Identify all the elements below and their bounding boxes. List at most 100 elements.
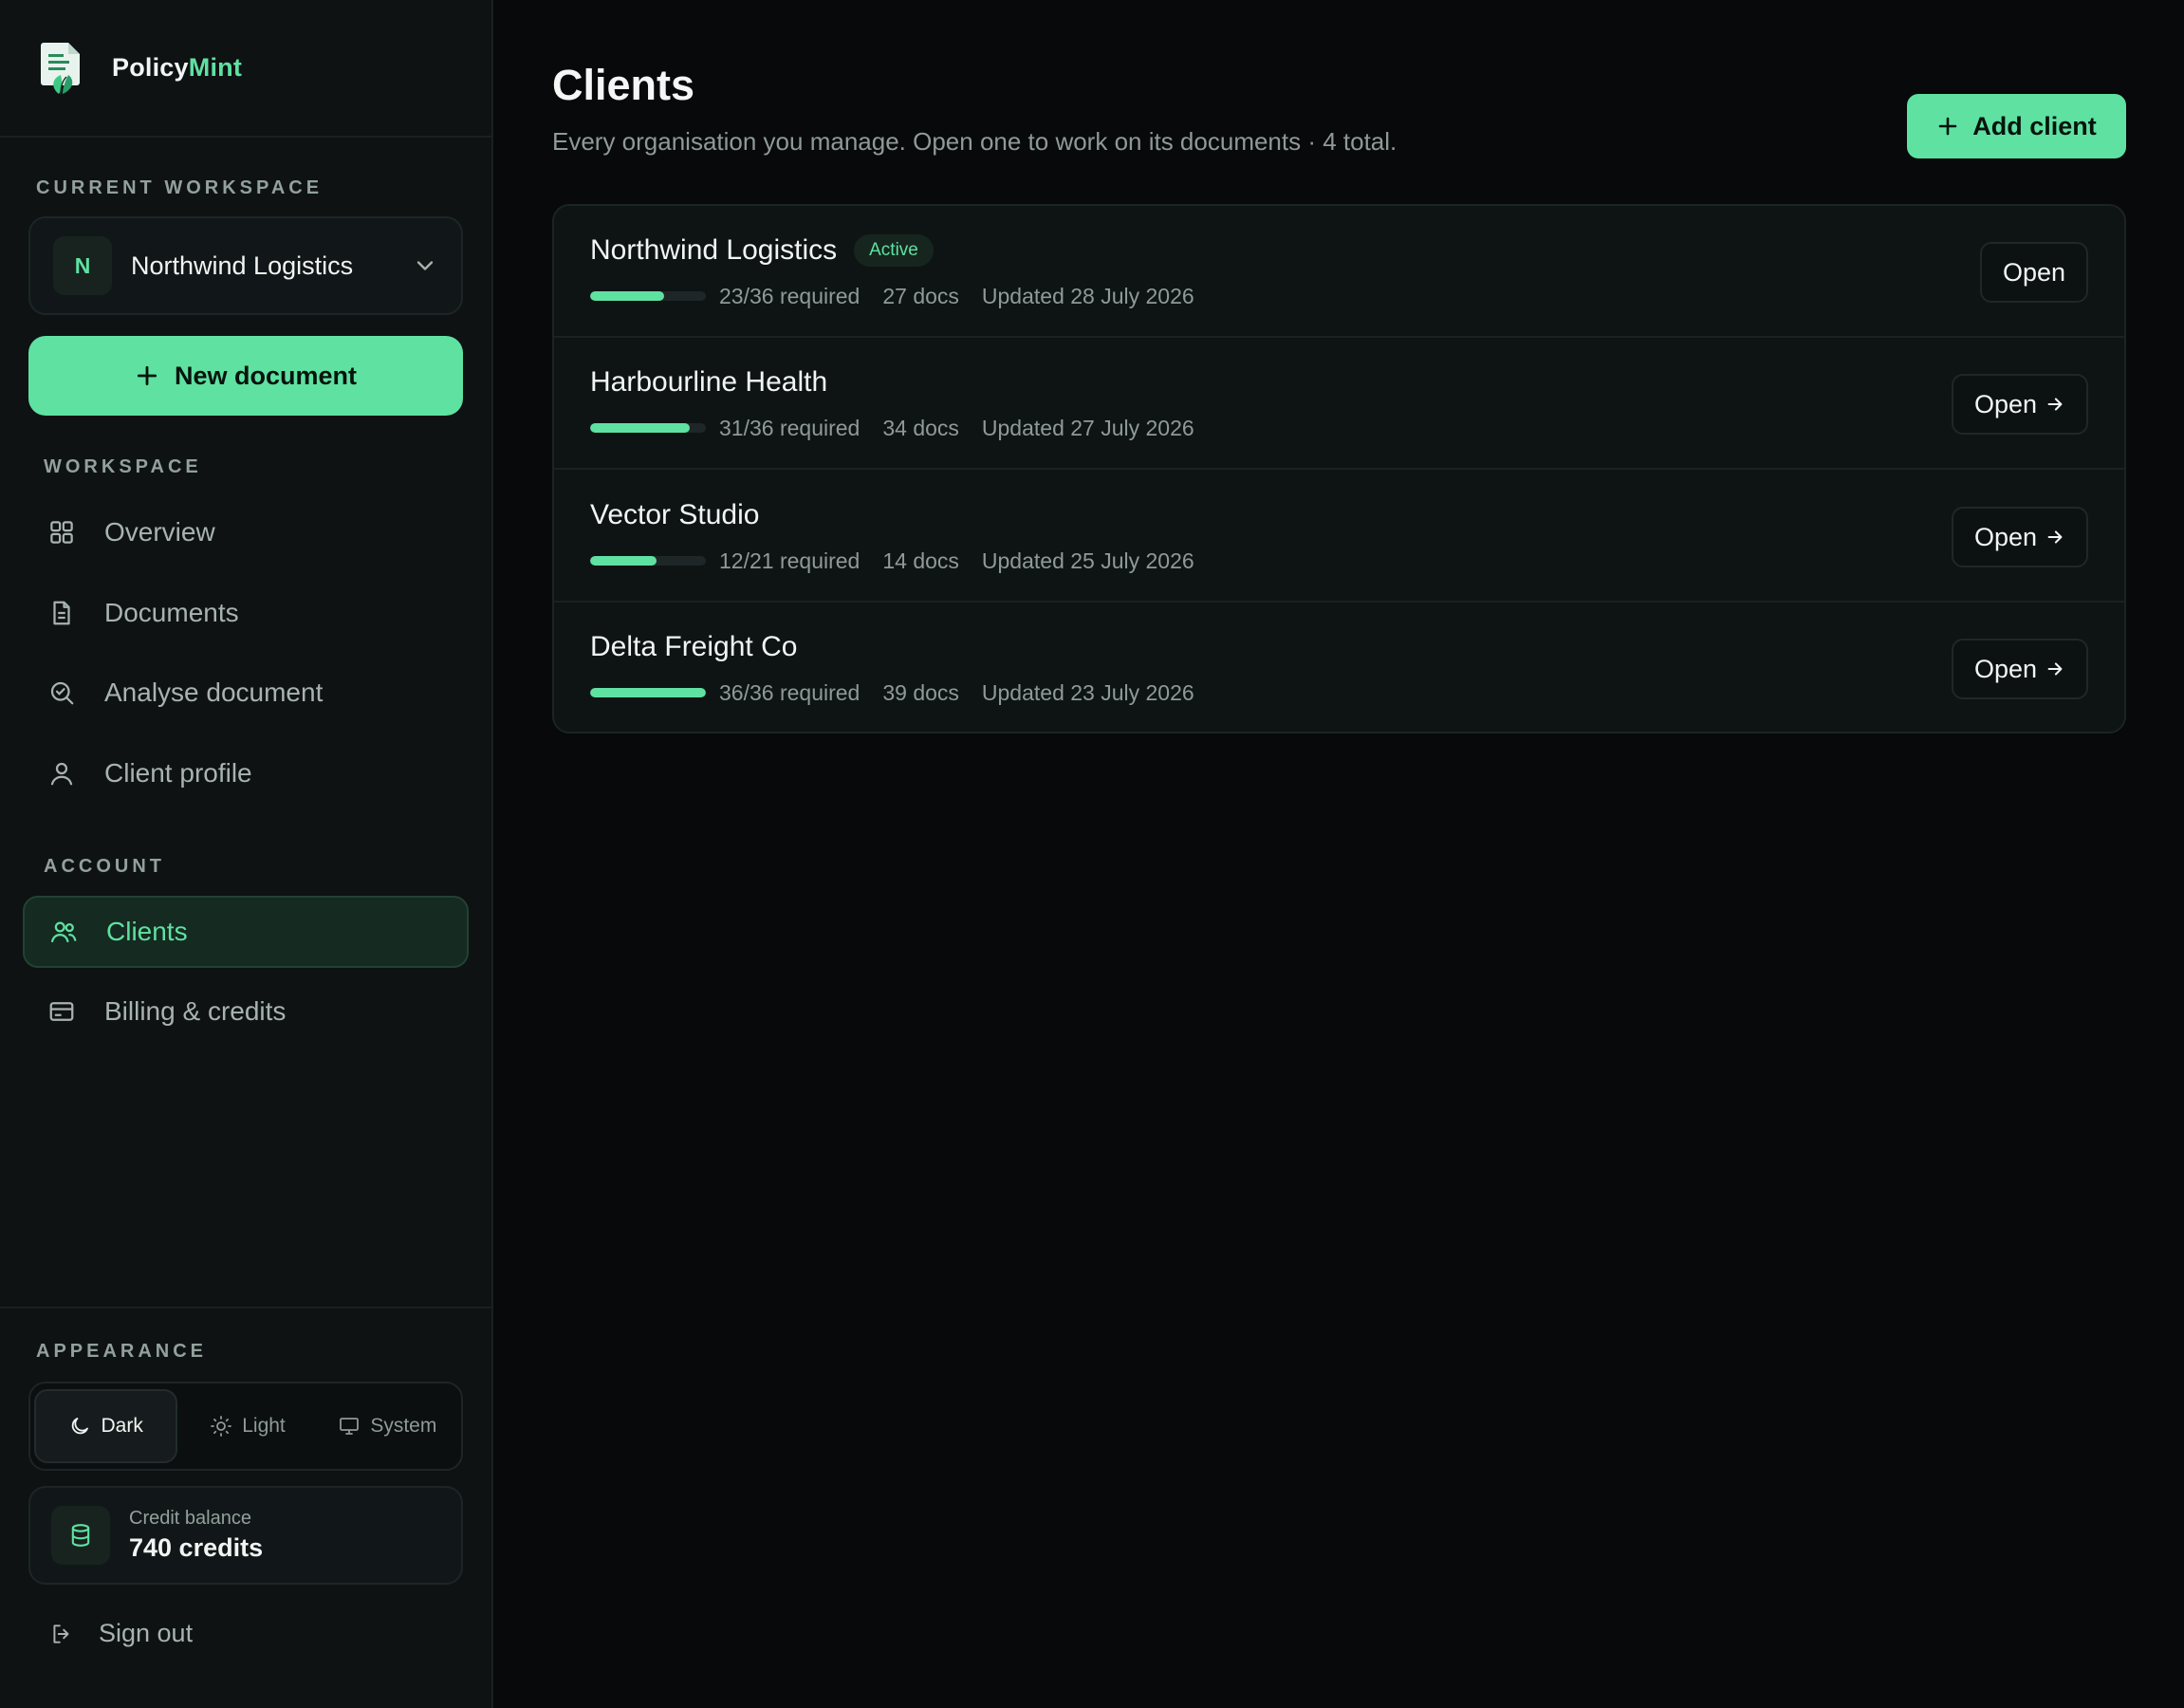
- sun-icon: [211, 1416, 232, 1437]
- policymint-logo-icon: [41, 42, 80, 94]
- docs-count: 39 docs: [882, 679, 959, 705]
- open-client-button[interactable]: Open: [1951, 374, 2088, 435]
- open-client-button[interactable]: Open: [1979, 242, 2088, 303]
- open-client-button[interactable]: Open: [1951, 507, 2088, 567]
- client-meta: 36/36 required 39 docs Updated 23 July 2…: [590, 678, 1194, 707]
- client-row[interactable]: Harbourline Health 31/36 required 34 doc…: [554, 338, 2124, 470]
- updated-date: Updated 25 July 2026: [981, 548, 1194, 573]
- nav-label-clients: Clients: [106, 917, 188, 946]
- progress-bar: [590, 291, 706, 301]
- users-icon: [51, 921, 77, 943]
- progress-fill: [590, 556, 657, 566]
- client-name: Northwind Logistics: [590, 234, 838, 266]
- updated-date: Updated 28 July 2026: [981, 283, 1194, 308]
- workspace-selector[interactable]: N Northwind Logistics: [28, 216, 463, 315]
- nav-item-analyse-document[interactable]: Analyse document: [23, 657, 469, 729]
- nav-label-analyse-document: Analyse document: [104, 678, 324, 707]
- workspace-name: Northwind Logistics: [131, 251, 354, 280]
- client-row[interactable]: Vector Studio 12/21 required 14 docs Upd…: [554, 471, 2124, 603]
- client-name-wrap: Northwind Logistics Active: [590, 234, 934, 267]
- account-section-label: ACCOUNT: [44, 856, 165, 877]
- credit-balance-card[interactable]: Credit balance 740 credits: [28, 1486, 463, 1585]
- status-badge: Active: [854, 234, 934, 267]
- required-count: 36/36 required: [719, 679, 861, 705]
- progress-fill: [590, 688, 706, 697]
- nav-label-billing-credits: Billing & credits: [104, 996, 287, 1026]
- monitor-icon: [340, 1418, 360, 1435]
- credit-icon-wrap: [51, 1506, 110, 1565]
- client-name-wrap: Harbourline Health: [590, 366, 827, 399]
- page-subtitle: Every organisation you manage. Open one …: [552, 127, 1397, 156]
- page-title: Clients: [552, 61, 695, 109]
- grid-icon: [50, 521, 73, 544]
- nav-label-client-profile: Client profile: [104, 758, 252, 788]
- required-count: 23/36 required: [719, 283, 861, 308]
- nav-label-overview: Overview: [104, 517, 215, 547]
- nav-label-documents: Documents: [104, 598, 239, 627]
- client-meta: 12/21 required 14 docs Updated 25 July 2…: [590, 547, 1194, 575]
- appearance-label: APPEARANCE: [36, 1341, 208, 1362]
- client-meta: 23/36 required 27 docs Updated 28 July 2…: [590, 282, 1194, 310]
- moon-icon: [72, 1418, 89, 1435]
- progress-fill: [590, 291, 665, 301]
- workspace-section-label: WORKSPACE: [44, 456, 202, 477]
- theme-label-system: System: [370, 1415, 437, 1437]
- updated-date: Updated 27 July 2026: [981, 415, 1194, 440]
- nav-item-client-profile[interactable]: Client profile: [23, 737, 469, 809]
- theme-switcher: Dark Light System: [28, 1382, 463, 1471]
- database-icon: [71, 1524, 90, 1547]
- updated-date: Updated 23 July 2026: [981, 679, 1194, 705]
- user-icon: [50, 762, 73, 786]
- theme-label-light: Light: [242, 1415, 286, 1437]
- client-row[interactable]: Northwind Logistics Active 23/36 require…: [554, 206, 2124, 338]
- client-meta: 31/36 required 34 docs Updated 27 July 2…: [590, 414, 1194, 442]
- required-count: 12/21 required: [719, 548, 861, 573]
- client-name-wrap: Vector Studio: [590, 499, 759, 531]
- theme-option-system[interactable]: System: [318, 1389, 457, 1463]
- theme-label-dark: Dark: [101, 1415, 143, 1437]
- client-name: Harbourline Health: [590, 366, 828, 398]
- add-client-label: Add client: [1972, 111, 2097, 140]
- nav-item-documents[interactable]: Documents: [23, 577, 469, 649]
- nav-item-billing-credits[interactable]: Billing & credits: [23, 975, 469, 1048]
- credit-balance-label: Credit balance: [129, 1508, 251, 1529]
- document-icon: [53, 601, 70, 625]
- theme-option-light[interactable]: Light: [177, 1389, 317, 1463]
- sign-out-icon: [53, 1624, 69, 1643]
- arrow-right-icon: [2047, 530, 2063, 544]
- arrow-right-icon: [2047, 662, 2063, 676]
- nav-item-overview[interactable]: Overview: [23, 496, 469, 568]
- add-client-button[interactable]: Add client: [1907, 94, 2126, 158]
- sign-out-button[interactable]: Sign out: [49, 1619, 193, 1648]
- progress-bar: [590, 688, 706, 697]
- client-row[interactable]: Delta Freight Co 36/36 required 39 docs …: [554, 603, 2124, 732]
- progress-fill: [590, 423, 690, 433]
- analyse-icon: [50, 681, 74, 705]
- nav-item-clients[interactable]: Clients: [23, 896, 469, 968]
- open-label: Open: [2002, 257, 2065, 287]
- chevron-down-icon: [416, 261, 434, 270]
- client-name: Vector Studio: [590, 499, 760, 530]
- progress-bar: [590, 556, 706, 566]
- plus-icon: [137, 365, 157, 386]
- plus-icon: [1938, 117, 1957, 136]
- docs-count: 27 docs: [882, 283, 959, 308]
- new-document-button[interactable]: New document: [28, 336, 463, 416]
- required-count: 31/36 required: [719, 415, 861, 440]
- client-name-wrap: Delta Freight Co: [590, 631, 797, 663]
- arrow-right-icon: [2047, 398, 2063, 411]
- sidebar: PolicyMint CURRENT WORKSPACE N Northwind…: [0, 0, 493, 1708]
- current-workspace-label: CURRENT WORKSPACE: [36, 177, 324, 198]
- open-label: Open: [1973, 654, 2037, 683]
- open-client-button[interactable]: Open: [1951, 639, 2088, 699]
- open-label: Open: [1973, 522, 2037, 551]
- credit-text: Credit balance 740 credits: [129, 1508, 263, 1563]
- progress-bar: [590, 423, 706, 433]
- sign-out-label: Sign out: [99, 1619, 194, 1647]
- docs-count: 34 docs: [882, 415, 959, 440]
- open-label: Open: [1973, 389, 2037, 418]
- new-document-label: New document: [174, 361, 358, 390]
- theme-option-dark[interactable]: Dark: [34, 1389, 178, 1463]
- brand[interactable]: PolicyMint: [0, 0, 491, 138]
- workspace-avatar: N: [53, 236, 112, 295]
